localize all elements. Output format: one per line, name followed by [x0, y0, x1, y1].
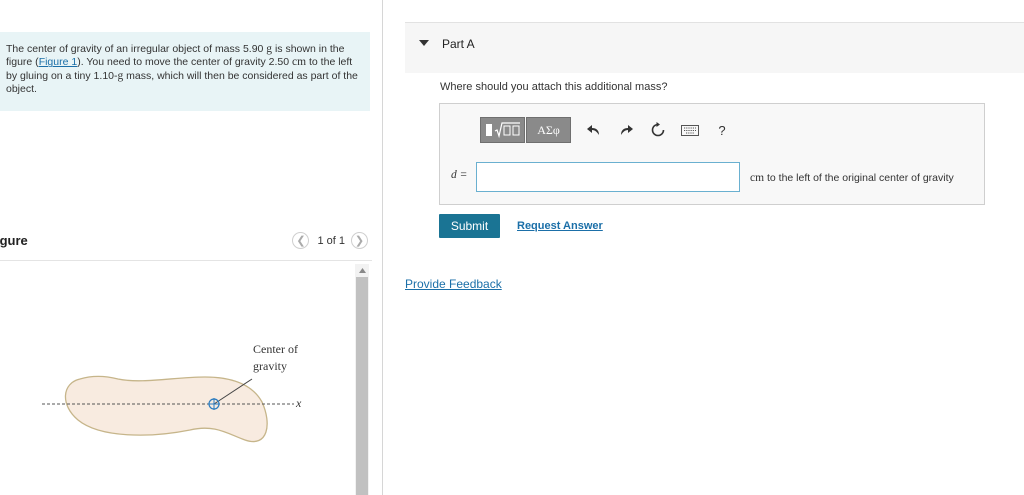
right-pane: Part A Where should you attach this addi…: [383, 0, 1024, 495]
figure-link[interactable]: Figure 1: [39, 56, 78, 68]
undo-icon[interactable]: [583, 119, 605, 141]
redo-icon[interactable]: [615, 119, 637, 141]
x-axis-label: x: [295, 396, 302, 410]
scroll-up-arrow-icon[interactable]: [355, 264, 369, 276]
scroll-thumb[interactable]: [356, 277, 368, 495]
figure-page-count: 1 of 1: [317, 234, 345, 247]
part-title: Part A: [442, 37, 475, 51]
math-toolbar: ΑΣφ ?: [480, 117, 733, 143]
left-pane: The center of gravity of an irregular ob…: [0, 0, 383, 495]
answer-box: ΑΣφ ? d = cm to the left of the original…: [439, 103, 985, 205]
symbols-button[interactable]: ΑΣφ: [526, 117, 571, 143]
reset-icon[interactable]: [647, 119, 669, 141]
irregular-object-shape: [64, 375, 268, 443]
templates-icon[interactable]: [480, 117, 525, 143]
figure-diagram: Center of gravity x: [42, 342, 302, 443]
answer-input[interactable]: [476, 162, 740, 192]
figure-title: igure: [0, 233, 28, 248]
chevron-left-icon[interactable]: ❮: [292, 232, 310, 249]
figure-scrollbar[interactable]: [355, 264, 369, 495]
caret-down-icon[interactable]: [419, 40, 429, 46]
part-a-header[interactable]: Part A: [405, 22, 1024, 73]
unit-label: cm to the left of the original center of…: [750, 172, 954, 184]
cog-label-line2: gravity: [253, 359, 287, 373]
cog-label-line1: Center of: [253, 342, 298, 356]
submit-button[interactable]: Submit: [439, 214, 500, 238]
request-answer-link[interactable]: Request Answer: [517, 220, 603, 232]
variable-label: d =: [451, 169, 468, 181]
question-text: Where should you attach this additional …: [440, 81, 668, 93]
figure-header: igure ❮ 1 of 1 ❯: [0, 230, 372, 261]
provide-feedback-link[interactable]: Provide Feedback: [405, 277, 502, 291]
keyboard-icon[interactable]: [679, 119, 701, 141]
chevron-right-icon[interactable]: ❯: [351, 232, 368, 249]
help-icon[interactable]: ?: [711, 119, 733, 141]
figure-pager: ❮ 1 of 1 ❯: [292, 232, 368, 249]
problem-statement: The center of gravity of an irregular ob…: [0, 32, 370, 111]
